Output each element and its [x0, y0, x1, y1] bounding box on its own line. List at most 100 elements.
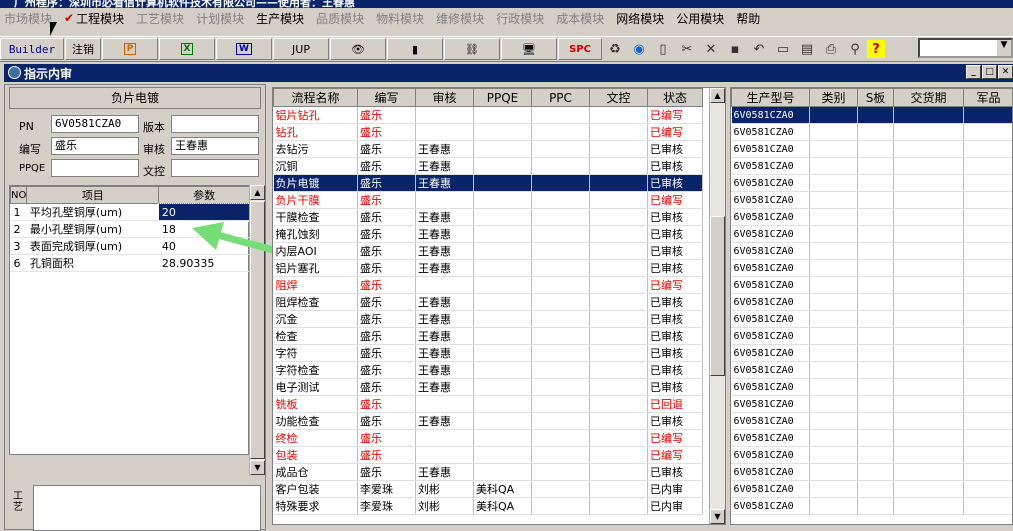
table-row[interactable]: 干膜检查盛乐王春惠已审核: [274, 209, 703, 226]
table-row[interactable]: 6V0581CZA0: [732, 464, 1013, 481]
menu-market[interactable]: 市场模块: [4, 10, 52, 27]
cut-icon[interactable]: ✂: [675, 38, 699, 60]
ppqe-field[interactable]: [51, 159, 139, 177]
excel-button[interactable]: X: [159, 38, 215, 60]
internet-icon[interactable]: ◉: [627, 38, 651, 60]
table-row[interactable]: 6V0581CZA0: [732, 294, 1013, 311]
logout-button[interactable]: 注销: [65, 38, 101, 60]
table-row[interactable]: 1平均孔壁铜厚(um)20: [11, 204, 250, 221]
col-flow-name[interactable]: 流程名称: [274, 89, 358, 107]
col-model[interactable]: 生产型号: [732, 89, 810, 107]
table-row[interactable]: 负片电镀盛乐王春惠已审核: [274, 175, 703, 192]
table-row[interactable]: 阻焊盛乐已编写: [274, 277, 703, 294]
menu-engineering[interactable]: 工程模块: [76, 10, 124, 27]
table-row[interactable]: 特殊要求李爱珠刘彬美科QA已内审: [274, 498, 703, 515]
pn-field[interactable]: 6V0581CZA0: [51, 115, 139, 133]
flow-scrollbar[interactable]: ▲ ▼: [709, 88, 725, 524]
table-row[interactable]: 6V0581CZA0: [732, 447, 1013, 464]
menu-help[interactable]: 帮助: [736, 10, 760, 27]
spc-button[interactable]: SPC: [558, 38, 602, 60]
col-due-date[interactable]: 交货期: [894, 89, 964, 107]
word-button[interactable]: W: [216, 38, 272, 60]
delete-icon[interactable]: ✕: [699, 38, 723, 60]
col-author[interactable]: 编写: [358, 89, 416, 107]
table-row[interactable]: 字符检查盛乐王春惠已审核: [274, 362, 703, 379]
table-row[interactable]: 掩孔蚀刻盛乐王春惠已审核: [274, 226, 703, 243]
scroll-down-icon[interactable]: ▼: [250, 460, 265, 475]
table-row[interactable]: 包装盛乐已编写: [274, 447, 703, 464]
chevron-down-icon[interactable]: ▼: [997, 40, 1011, 56]
col-military[interactable]: 军品: [964, 89, 1013, 107]
preview-icon[interactable]: ▭: [771, 38, 795, 60]
review-field[interactable]: 王春惠: [171, 137, 259, 155]
table-row[interactable]: 6V0581CZA0: [732, 362, 1013, 379]
table-row[interactable]: 钻孔盛乐已编写: [274, 124, 703, 141]
scroll-up-icon[interactable]: ▲: [250, 185, 265, 200]
menu-common[interactable]: 公用模块: [676, 10, 724, 27]
menu-production[interactable]: 生产模块: [256, 10, 304, 27]
author-field[interactable]: 盛乐: [51, 137, 139, 155]
control-field[interactable]: [171, 159, 259, 177]
menu-material[interactable]: 物料模块: [376, 10, 424, 27]
process-notes[interactable]: [33, 485, 261, 531]
powerpoint-button[interactable]: P: [102, 38, 158, 60]
computer-button[interactable]: 🖥: [501, 38, 557, 60]
table-row[interactable]: 6V0581CZA0: [732, 209, 1013, 226]
print-icon[interactable]: ⎙: [819, 38, 843, 60]
database-button[interactable]: ▮: [387, 38, 443, 60]
table-row[interactable]: 6V0581CZA0: [732, 498, 1013, 515]
table-row[interactable]: 终检盛乐已编写: [274, 430, 703, 447]
close-button[interactable]: ✕: [998, 65, 1013, 79]
toolbar-combo[interactable]: ▼: [918, 38, 1013, 58]
table-row[interactable]: 6V0581CZA0: [732, 260, 1013, 277]
table-row[interactable]: 6V0581CZA0: [732, 124, 1013, 141]
table-row[interactable]: 负片干膜盛乐已编写: [274, 192, 703, 209]
col-ppc[interactable]: PPC: [532, 89, 590, 107]
scroll-down-icon[interactable]: ▼: [710, 509, 725, 524]
minimize-button[interactable]: _: [966, 65, 981, 79]
table-row[interactable]: 6V0581CZA0: [732, 107, 1013, 124]
table-row[interactable]: 铣板盛乐已回退: [274, 396, 703, 413]
menu-process[interactable]: 工艺模块: [136, 10, 184, 27]
menu-plan[interactable]: 计划模块: [196, 10, 244, 27]
jup-button[interactable]: JUP: [273, 38, 329, 60]
table-row[interactable]: 6V0581CZA0: [732, 158, 1013, 175]
scroll-up-icon[interactable]: ▲: [710, 88, 725, 103]
col-no[interactable]: NO: [11, 187, 27, 204]
menu-admin[interactable]: 行政模块: [496, 10, 544, 27]
table-row[interactable]: 成品仓盛乐王春惠已审核: [274, 464, 703, 481]
table-row[interactable]: 6V0581CZA0: [732, 413, 1013, 430]
col-ppqe[interactable]: PPQE: [474, 89, 532, 107]
view-button[interactable]: 👁: [330, 38, 386, 60]
table-row[interactable]: 6V0581CZA0: [732, 311, 1013, 328]
col-item[interactable]: 项目: [27, 187, 159, 204]
col-category[interactable]: 类别: [810, 89, 858, 107]
table-row[interactable]: 6V0581CZA0: [732, 430, 1013, 447]
table-row[interactable]: 沉铜盛乐王春惠已审核: [274, 158, 703, 175]
new-document-icon[interactable]: ▯: [651, 38, 675, 60]
table-row[interactable]: 沉金盛乐王春惠已审核: [274, 311, 703, 328]
table-row[interactable]: 铝片塞孔盛乐王春惠已审核: [274, 260, 703, 277]
table-row[interactable]: 电子测试盛乐王春惠已审核: [274, 379, 703, 396]
table-row[interactable]: 6V0581CZA0: [732, 379, 1013, 396]
builder-button[interactable]: Builder: [0, 38, 64, 60]
col-s-board[interactable]: S板: [858, 89, 894, 107]
table-row[interactable]: 6V0581CZA0: [732, 481, 1013, 498]
table-row[interactable]: 6V0581CZA0: [732, 243, 1013, 260]
table-row[interactable]: 6V0581CZA0: [732, 226, 1013, 243]
menu-cost[interactable]: 成本模块: [556, 10, 604, 27]
table-row[interactable]: 6V0581CZA0: [732, 277, 1013, 294]
row-value-selected[interactable]: 20: [159, 204, 250, 221]
table-row[interactable]: 6V0581CZA0: [732, 345, 1013, 362]
table-row[interactable]: 6V0581CZA0: [732, 192, 1013, 209]
print-preview-icon[interactable]: ▤: [795, 38, 819, 60]
help-icon[interactable]: ?: [867, 40, 885, 58]
menu-maintenance[interactable]: 维修模块: [436, 10, 484, 27]
table-row[interactable]: 6V0581CZA0: [732, 328, 1013, 345]
table-row[interactable]: 功能检查盛乐王春惠已审核: [274, 413, 703, 430]
undo-icon[interactable]: ↶: [747, 38, 771, 60]
scroll-thumb[interactable]: [710, 216, 725, 376]
col-value[interactable]: 参数: [159, 187, 250, 204]
col-review[interactable]: 审核: [416, 89, 474, 107]
table-row[interactable]: 字符盛乐王春惠已审核: [274, 345, 703, 362]
